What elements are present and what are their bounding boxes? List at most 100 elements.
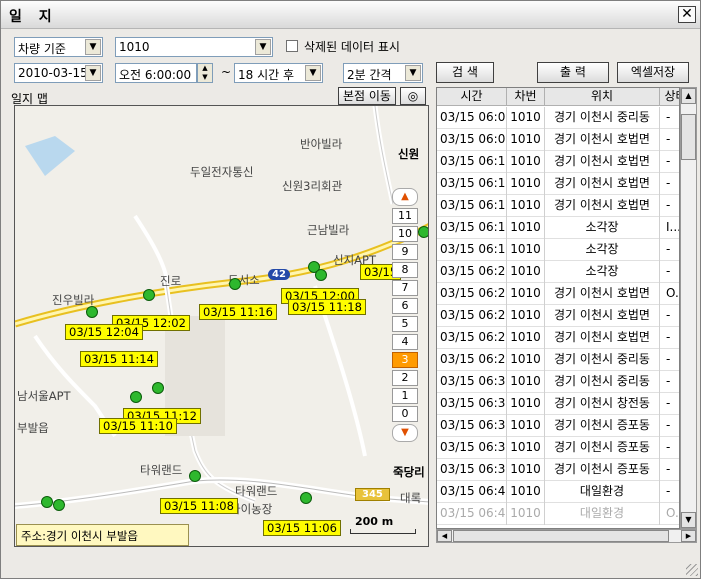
- table-row[interactable]: 03/15 06:27 1010 경기 이천시 호법면 -: [437, 327, 679, 349]
- road-42-badge: 42: [268, 269, 290, 280]
- vehicle-cell: 1010: [507, 305, 545, 327]
- zoom-level[interactable]: 10: [392, 226, 418, 242]
- table-row[interactable]: 03/15 06:15 1010 경기 이천시 호법면 -: [437, 195, 679, 217]
- column-header-vehicle[interactable]: 차번: [507, 88, 545, 106]
- location-cell: 대일환경: [545, 481, 660, 503]
- time-cell: 03/15 06:35: [437, 415, 507, 437]
- horizontal-scrollbar[interactable]: ◀ ▶: [436, 529, 697, 543]
- track-point[interactable]: [418, 226, 428, 238]
- track-point[interactable]: [86, 306, 98, 318]
- time-cell: 03/15 06:07: [437, 107, 507, 129]
- scroll-up-icon[interactable]: ▲: [681, 88, 696, 104]
- track-point[interactable]: [315, 269, 327, 281]
- zoom-level[interactable]: 7: [392, 280, 418, 296]
- place-label: 반아빌라: [300, 137, 343, 151]
- vertical-scrollbar[interactable]: ▲ ▼: [680, 87, 697, 529]
- status-cell: I...: [660, 217, 679, 239]
- column-header-status[interactable]: 상태: [660, 88, 679, 106]
- table-row[interactable]: 03/15 06:11 1010 경기 이천시 호법면 -: [437, 151, 679, 173]
- spin-down-icon[interactable]: ▼: [198, 73, 212, 82]
- status-cell: -: [660, 151, 679, 173]
- chevron-down-icon[interactable]: ▼: [85, 39, 101, 55]
- center-move-button[interactable]: 본점 이동: [338, 87, 396, 105]
- scroll-thumb[interactable]: [453, 530, 669, 542]
- table-row[interactable]: 03/15 06:13 1010 경기 이천시 호법면 -: [437, 173, 679, 195]
- table-row[interactable]: 03/15 06:39 1010 경기 이천시 증포동 -: [437, 459, 679, 481]
- column-header-time[interactable]: 시간: [437, 88, 507, 106]
- chevron-down-icon[interactable]: ▼: [405, 65, 421, 81]
- track-point[interactable]: [130, 391, 142, 403]
- resize-grip-icon[interactable]: [686, 564, 698, 576]
- zoom-out-icon[interactable]: ▼: [392, 424, 418, 442]
- zoom-level[interactable]: 2: [392, 370, 418, 386]
- table-row[interactable]: 03/15 06:19 1010 소각장 -: [437, 239, 679, 261]
- search-button[interactable]: 검 색: [436, 62, 494, 83]
- chevron-down-icon[interactable]: ▼: [85, 65, 101, 81]
- close-icon[interactable]: ✕: [678, 6, 696, 23]
- status-cell: O...: [660, 503, 679, 525]
- basis-select[interactable]: 차량 기준 ▼: [14, 37, 103, 57]
- table-row[interactable]: 03/15 06:21 1010 소각장 -: [437, 261, 679, 283]
- zoom-level[interactable]: 8: [392, 262, 418, 278]
- vehicle-cell: 1010: [507, 393, 545, 415]
- track-point[interactable]: [53, 499, 65, 511]
- date-picker[interactable]: 2010-03-15 ▼: [14, 63, 103, 83]
- time-cell: 03/15 06:11: [437, 151, 507, 173]
- zoom-level-active[interactable]: 3: [392, 352, 418, 368]
- time-field[interactable]: 오전 6:00:00: [115, 63, 197, 83]
- scroll-down-icon[interactable]: ▼: [681, 512, 696, 528]
- table-row[interactable]: 03/15 06:37 1010 경기 이천시 증포동 -: [437, 437, 679, 459]
- table-row[interactable]: 03/15 06:29 1010 경기 이천시 중리동 -: [437, 349, 679, 371]
- zoom-level[interactable]: 1: [392, 388, 418, 404]
- scroll-left-icon[interactable]: ◀: [437, 530, 452, 542]
- spin-up-icon[interactable]: ▲: [198, 64, 212, 73]
- vehicle-select[interactable]: 1010 ▼: [115, 37, 273, 57]
- zoom-level[interactable]: 0: [392, 406, 418, 422]
- scroll-thumb[interactable]: [681, 114, 696, 160]
- table-row[interactable]: 03/15 06:25 1010 경기 이천시 호법면 -: [437, 305, 679, 327]
- status-cell: -: [660, 173, 679, 195]
- table-row[interactable]: 03/15 06:231010경기 이천시 호법면O...: [437, 283, 679, 305]
- show-deleted-label[interactable]: 삭제된 데이터 표시: [304, 38, 400, 55]
- track-point[interactable]: [229, 278, 241, 290]
- target-icon[interactable]: ◎: [400, 87, 426, 105]
- vehicle-value: 1010: [119, 40, 150, 54]
- track-point[interactable]: [41, 496, 53, 508]
- location-cell: 경기 이천시 중리동: [545, 107, 660, 129]
- time-cell: 03/15 06:37: [437, 437, 507, 459]
- chevron-down-icon[interactable]: ▼: [305, 65, 321, 81]
- zoom-level[interactable]: 6: [392, 298, 418, 314]
- track-point[interactable]: [143, 289, 155, 301]
- table-row[interactable]: 03/15 06:33 1010 경기 이천시 창전동 -: [437, 393, 679, 415]
- scroll-right-icon[interactable]: ▶: [681, 530, 696, 542]
- table-row[interactable]: 03/15 06:07 1010 경기 이천시 중리동 -: [437, 107, 679, 129]
- duration-select[interactable]: 18 시간 후 ▼: [234, 63, 323, 83]
- table-row[interactable]: 03/15 06:31 1010 경기 이천시 중리동 -: [437, 371, 679, 393]
- table-row[interactable]: 03/15 06:17 1010 소각장 I...: [437, 217, 679, 239]
- interval-select[interactable]: 2분 간격 ▼: [343, 63, 423, 83]
- chevron-down-icon[interactable]: ▼: [255, 39, 271, 55]
- table-row[interactable]: 03/15 06:41 1010 대일환경 -: [437, 481, 679, 503]
- time-spinner[interactable]: ▲ ▼: [197, 63, 213, 83]
- track-point[interactable]: [189, 470, 201, 482]
- zoom-level[interactable]: 9: [392, 244, 418, 260]
- place-label: 대록: [400, 491, 422, 505]
- table-row[interactable]: 03/15 06:09 1010 경기 이천시 호법면 -: [437, 129, 679, 151]
- table-row[interactable]: 03/15 06:411010대일환경O...: [437, 503, 679, 525]
- location-cell: 소각장: [545, 239, 660, 261]
- track-point[interactable]: [300, 492, 312, 504]
- map-view[interactable]: 반아빌라 신원 두일전자통신 신원3리회관 근남빌라 신지APT 진로 도서소 …: [14, 105, 429, 547]
- column-header-location[interactable]: 위치: [545, 88, 660, 106]
- place-label: 타워랜드: [235, 484, 278, 498]
- zoom-level[interactable]: 11: [392, 208, 418, 224]
- track-point[interactable]: [152, 382, 164, 394]
- excel-save-button[interactable]: 엑셀저장: [617, 62, 689, 83]
- zoom-level[interactable]: 4: [392, 334, 418, 350]
- zoom-level[interactable]: 5: [392, 316, 418, 332]
- zoom-in-icon[interactable]: ▲: [392, 188, 418, 206]
- table-row[interactable]: 03/15 06:35 1010 경기 이천시 증포동 -: [437, 415, 679, 437]
- vehicle-cell: 1010: [507, 503, 545, 525]
- show-deleted-checkbox[interactable]: [286, 40, 298, 52]
- place-label: 남서울APT: [17, 389, 71, 403]
- print-button[interactable]: 출 력: [537, 62, 609, 83]
